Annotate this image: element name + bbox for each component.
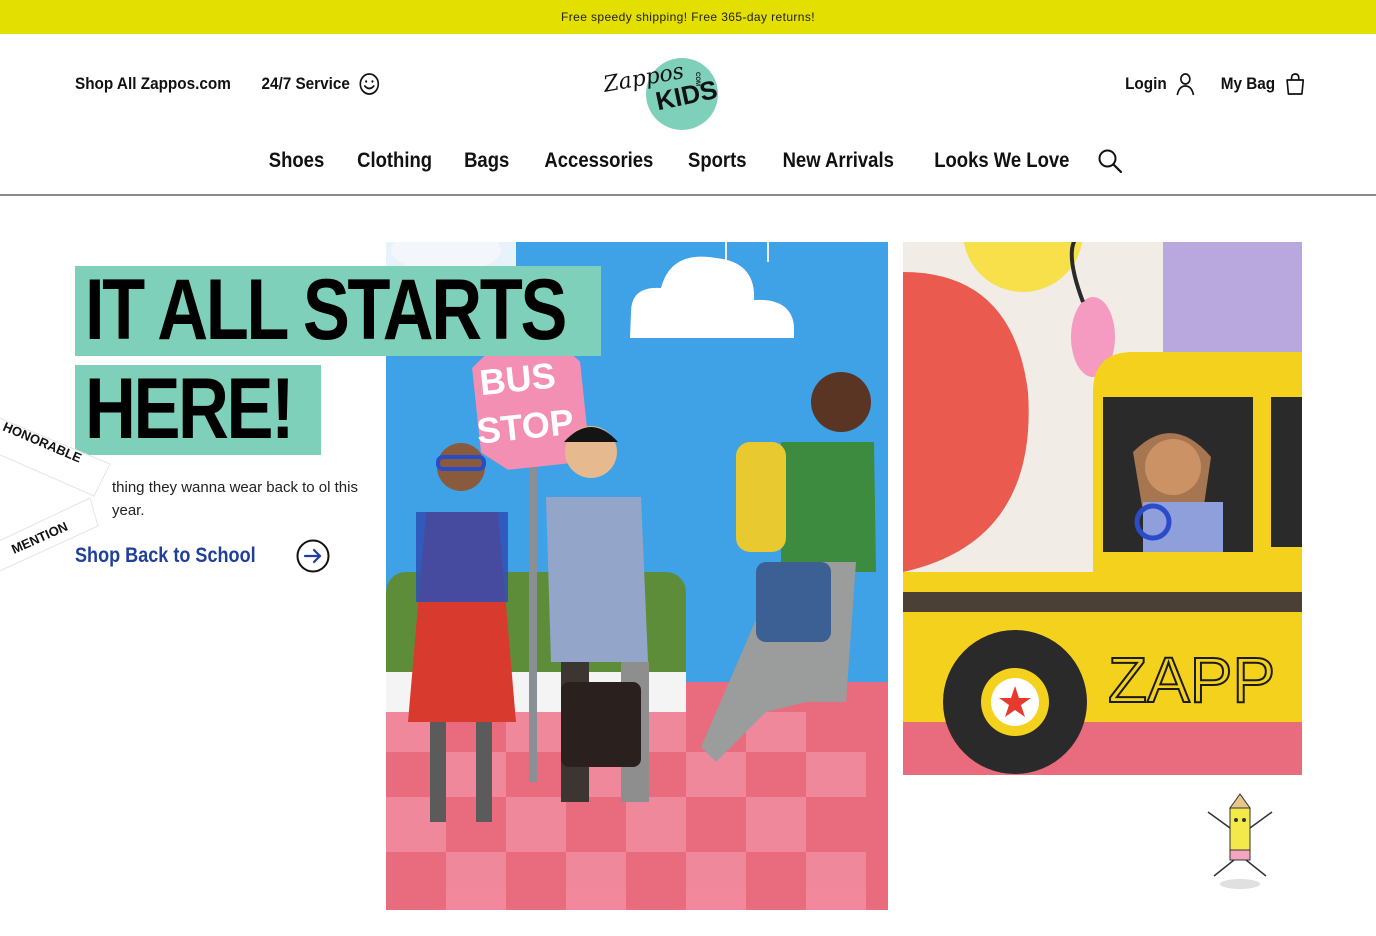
bag-link[interactable]: My Bag xyxy=(1221,72,1306,96)
header-divider xyxy=(0,194,1376,196)
side-photo-bus[interactable]: ZAPP xyxy=(903,242,1302,775)
hero-copy: thing they wanna wear back to ol this ye… xyxy=(112,479,358,519)
search-icon xyxy=(1098,149,1123,174)
arrow-right-circle-icon xyxy=(296,539,330,573)
bus-lettering: ZAPP xyxy=(1108,644,1275,716)
user-icon xyxy=(1176,73,1195,96)
header-utility-right: Login My Bag xyxy=(1125,68,1306,100)
pencil-mascot-icon xyxy=(1207,793,1273,889)
nav-bags[interactable]: Bags xyxy=(454,149,520,173)
main-nav: Shoes Clothing Bags Accessories Sports N… xyxy=(0,148,1376,174)
nav-clothing[interactable]: Clothing xyxy=(347,149,443,173)
nav-looks-we-love[interactable]: Looks We Love xyxy=(924,149,1080,173)
shop-back-to-school-label: Shop Back to School xyxy=(75,544,256,567)
hero-headline-text-1: IT ALL STARTS xyxy=(85,262,567,358)
shop-back-to-school-link[interactable]: Shop Back to School xyxy=(75,538,331,574)
login-link[interactable]: Login xyxy=(1125,72,1195,96)
ribbon-text-2: MENTION xyxy=(9,519,70,557)
logo-graphic: Zappos KIDS COM xyxy=(601,58,720,130)
ribbon-text-1: HONORABLE xyxy=(1,419,84,466)
hero-headline-text-2: HERE! xyxy=(85,361,295,457)
service-link[interactable]: 24/7 Service xyxy=(261,72,380,96)
login-label: Login xyxy=(1125,74,1167,93)
nav-shoes[interactable]: Shoes xyxy=(258,149,335,173)
hero-headline-line-2: HERE! xyxy=(75,365,321,455)
smiley-icon xyxy=(359,73,380,95)
promo-bar: Free speedy shipping! Free 365-day retur… xyxy=(0,0,1376,34)
header-utility-left: Shop All Zappos.com 24/7 Service xyxy=(75,68,381,100)
bag-label: My Bag xyxy=(1220,74,1276,93)
logo-com-text: COM xyxy=(694,72,700,86)
side-photo-illustration: ZAPP xyxy=(903,242,1302,775)
promo-text: Free speedy shipping! Free 365-day retur… xyxy=(561,10,815,24)
nav-accessories[interactable]: Accessories xyxy=(533,149,663,173)
bus-stop-sign-line1: BUS xyxy=(478,354,558,403)
shop-all-link[interactable]: Shop All Zappos.com xyxy=(75,74,231,94)
nav-sports[interactable]: Sports xyxy=(678,149,758,173)
zappos-kids-logo[interactable]: Zappos KIDS COM xyxy=(598,54,724,132)
service-label: 24/7 Service xyxy=(261,74,350,93)
shop-all-label: Shop All Zappos.com xyxy=(75,74,231,93)
bag-icon xyxy=(1286,73,1305,95)
search-button[interactable] xyxy=(1097,148,1123,174)
nav-new-arrivals[interactable]: New Arrivals xyxy=(772,149,904,173)
hero-headline-line-1: IT ALL STARTS xyxy=(75,266,601,356)
